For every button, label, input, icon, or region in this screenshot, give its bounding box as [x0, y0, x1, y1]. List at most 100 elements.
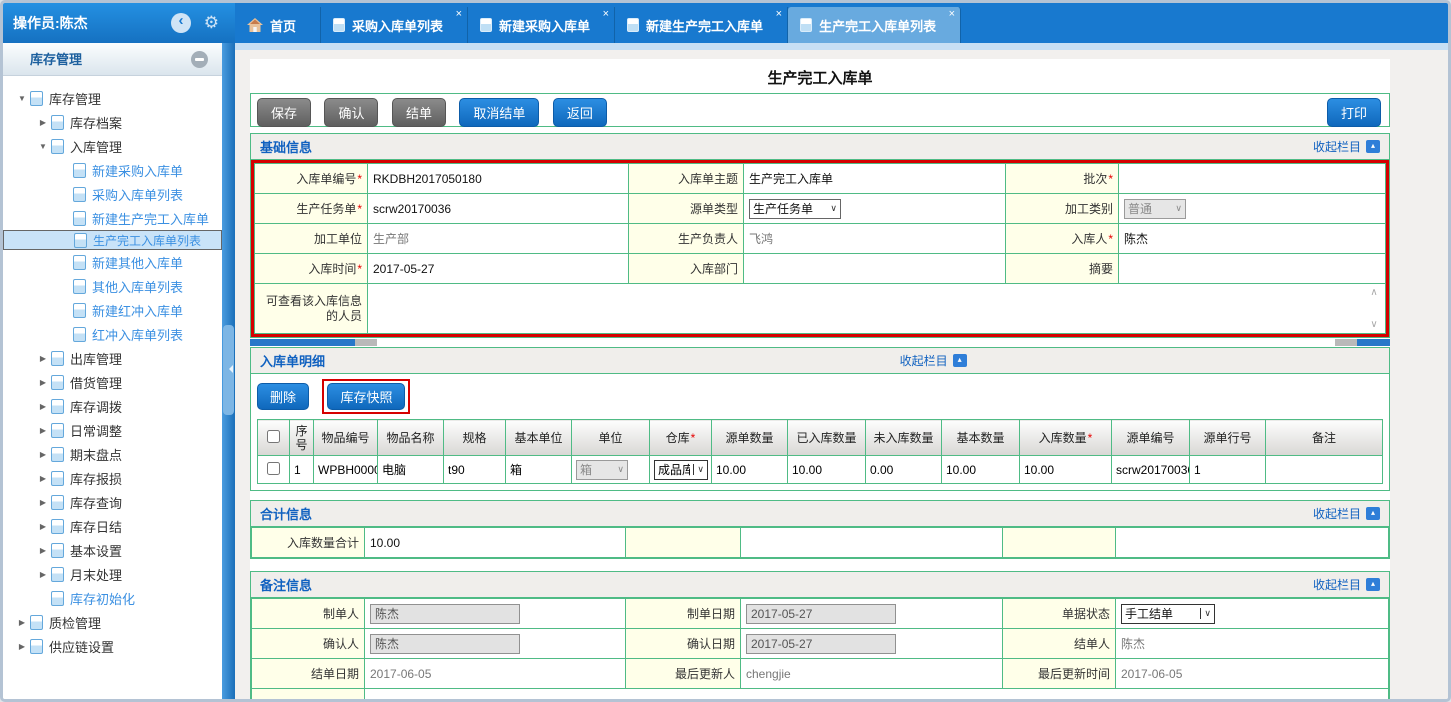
item-code-cell[interactable]: WPBH00001: [314, 456, 378, 484]
close-tab-icon[interactable]: [949, 8, 955, 20]
receipt-time-field[interactable]: 2017-05-27: [368, 254, 629, 284]
sidebar-tree-item[interactable]: ▶ 基本设置: [3, 538, 222, 562]
collapse-up-icon[interactable]: [1366, 578, 1380, 591]
close-tab-icon[interactable]: [456, 8, 462, 20]
receipt-dept-field[interactable]: [744, 254, 1006, 284]
sidebar-tree-item[interactable]: ▶ 库存日结: [3, 514, 222, 538]
sidebar-tree-item[interactable]: 生产完工入库单列表: [3, 230, 222, 250]
close-tab-icon[interactable]: [776, 8, 782, 20]
subject-field[interactable]: 生产完工入库单: [744, 164, 1006, 194]
summary-field[interactable]: [1119, 254, 1386, 284]
sidebar-tree-item[interactable]: ▶ 库存查询: [3, 490, 222, 514]
scrollbar-thumb[interactable]: [1335, 339, 1357, 346]
tab[interactable]: 首页: [235, 7, 321, 43]
sidebar-tree-item[interactable]: 新建生产完工入库单: [3, 206, 222, 230]
receiver-field[interactable]: 陈杰: [1119, 224, 1386, 254]
tab[interactable]: 生产完工入库单列表: [788, 7, 961, 43]
minus-circle-icon[interactable]: [191, 51, 208, 68]
dropdown-arrow-icon: [827, 203, 840, 214]
col-item-code: 物品编号: [314, 420, 378, 456]
collapse-up-icon[interactable]: [1366, 140, 1380, 153]
sidebar-tree-item[interactable]: 库存初始化: [3, 586, 222, 610]
scroll-arrows[interactable]: ∧∨: [1366, 287, 1382, 330]
collapse-sidebar-icon[interactable]: [171, 13, 191, 33]
confirm-button[interactable]: 确认: [324, 98, 378, 127]
expand-arrow-icon[interactable]: ▶: [15, 618, 29, 627]
expand-arrow-icon[interactable]: ▶: [36, 378, 50, 387]
collapse-basic-section[interactable]: 收起栏目: [1313, 138, 1380, 155]
save-button[interactable]: 保存: [257, 98, 311, 127]
select-all-checkbox[interactable]: [267, 430, 280, 443]
sidebar-tree-item[interactable]: ▶ 借货管理: [3, 370, 222, 394]
remark-cell[interactable]: [1266, 456, 1383, 484]
stock-snapshot-button[interactable]: 库存快照: [327, 383, 405, 410]
base-qty-cell: 10.00: [942, 456, 1020, 484]
horizontal-scrollbar[interactable]: [250, 338, 1390, 347]
expand-arrow-icon[interactable]: ▶: [36, 474, 50, 483]
print-button[interactable]: 打印: [1327, 98, 1381, 127]
expand-arrow-icon[interactable]: ▶: [36, 354, 50, 363]
collapse-arrow-icon[interactable]: ▼: [15, 94, 29, 103]
collapse-detail-section[interactable]: 收起栏目: [900, 352, 967, 369]
sidebar-tree-item[interactable]: ▶ 库存报损: [3, 466, 222, 490]
sidebar-panel-header[interactable]: 库存管理: [3, 43, 222, 76]
sidebar-tree-item[interactable]: ▶ 月末处理: [3, 562, 222, 586]
sidebar-tree-item[interactable]: ▶ 日常调整: [3, 418, 222, 442]
sidebar-tree-item[interactable]: ▼ 入库管理: [3, 134, 222, 158]
sidebar-tree-item[interactable]: ▶ 质检管理: [3, 610, 222, 634]
viewers-field[interactable]: ∧∨: [368, 284, 1386, 334]
operator-label: 操作员:陈杰: [13, 15, 88, 31]
tab[interactable]: 新建生产完工入库单: [615, 7, 788, 43]
remark-field[interactable]: ∧∨: [365, 689, 1389, 702]
source-type-select[interactable]: 生产任务单: [749, 199, 841, 219]
close-date-value: 2017-06-05: [365, 659, 626, 689]
close-bill-button[interactable]: 结单: [392, 98, 446, 127]
sidebar-tree-item[interactable]: ▶ 库存档案: [3, 110, 222, 134]
warehouse-select[interactable]: 成品库: [654, 460, 708, 480]
collapse-arrow-icon[interactable]: ▼: [36, 142, 50, 151]
collapse-remark-section[interactable]: 收起栏目: [1313, 576, 1380, 593]
sidebar-tree-item[interactable]: 新建其他入库单: [3, 250, 222, 274]
collapse-totals-section[interactable]: 收起栏目: [1313, 505, 1380, 522]
sidebar-tree-item[interactable]: ▼ 库存管理: [3, 86, 222, 110]
detail-title: 入库单明细: [260, 351, 325, 370]
sidebar-tree-item[interactable]: 新建采购入库单: [3, 158, 222, 182]
tree-item-label: 日常调整: [70, 421, 122, 440]
expand-arrow-icon[interactable]: ▶: [36, 546, 50, 555]
delete-button[interactable]: 删除: [257, 383, 309, 410]
close-tab-icon[interactable]: [603, 8, 609, 20]
sidebar-collapse-handle[interactable]: [223, 325, 234, 415]
tab[interactable]: 采购入库单列表: [321, 7, 468, 43]
row-checkbox[interactable]: [267, 462, 280, 475]
back-button[interactable]: 返回: [553, 98, 607, 127]
item-name-cell[interactable]: 电脑: [378, 456, 444, 484]
sidebar-tree-item[interactable]: ▶ 期末盘点: [3, 442, 222, 466]
expand-arrow-icon[interactable]: ▶: [36, 426, 50, 435]
sidebar-tree-item[interactable]: 新建红冲入库单: [3, 298, 222, 322]
receipt-no-field[interactable]: RKDBH2017050180: [368, 164, 629, 194]
expand-arrow-icon[interactable]: ▶: [36, 118, 50, 127]
scrollbar-thumb[interactable]: [355, 339, 377, 346]
expand-arrow-icon[interactable]: ▶: [15, 642, 29, 651]
batch-field[interactable]: [1119, 164, 1386, 194]
cancel-close-button[interactable]: 取消结单: [459, 98, 539, 127]
expand-arrow-icon[interactable]: ▶: [36, 450, 50, 459]
receipt-qty-cell[interactable]: 10.00: [1020, 456, 1112, 484]
sidebar-tree-item[interactable]: ▶ 库存调拨: [3, 394, 222, 418]
spec-cell[interactable]: t90: [444, 456, 506, 484]
sidebar-tree-item[interactable]: ▶ 出库管理: [3, 346, 222, 370]
expand-arrow-icon[interactable]: ▶: [36, 498, 50, 507]
sidebar-tree-item[interactable]: 采购入库单列表: [3, 182, 222, 206]
expand-arrow-icon[interactable]: ▶: [36, 402, 50, 411]
tab[interactable]: 新建采购入库单: [468, 7, 615, 43]
sidebar-tree-item[interactable]: ▶ 供应链设置: [3, 634, 222, 658]
collapse-up-icon[interactable]: [953, 354, 967, 367]
task-no-field[interactable]: scrw20170036: [368, 194, 629, 224]
expand-arrow-icon[interactable]: ▶: [36, 522, 50, 531]
sidebar-tree-item[interactable]: 红冲入库单列表: [3, 322, 222, 346]
status-select[interactable]: 手工结单: [1121, 604, 1215, 624]
collapse-up-icon[interactable]: [1366, 507, 1380, 520]
sidebar-tree-item[interactable]: 其他入库单列表: [3, 274, 222, 298]
expand-arrow-icon[interactable]: ▶: [36, 570, 50, 579]
gear-icon[interactable]: [204, 12, 219, 34]
